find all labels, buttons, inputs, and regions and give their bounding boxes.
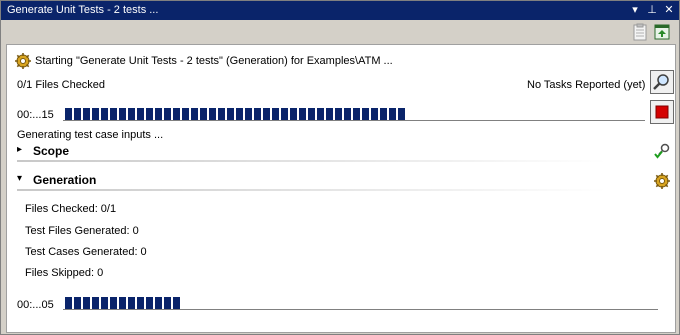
- progress-segment: [191, 108, 198, 120]
- progress-segment: [65, 297, 72, 309]
- progress-segment: [146, 297, 153, 309]
- progress-segment: [353, 108, 360, 120]
- progress-segment: [317, 108, 324, 120]
- progress-segment: [371, 108, 378, 120]
- toolbar: [1, 20, 679, 44]
- progress-segment: [155, 108, 162, 120]
- progress-segment: [119, 108, 126, 120]
- generate-unit-tests-panel: Generate Unit Tests - 2 tests ... ▾ ⊥ ✕: [0, 0, 680, 335]
- gear-icon[interactable]: [654, 173, 670, 189]
- progress-segment: [281, 108, 288, 120]
- progress-segment: [227, 108, 234, 120]
- progress-segment: [137, 297, 144, 309]
- starting-status-text: Starting "Generate Unit Tests - 2 tests"…: [35, 55, 393, 67]
- stat-files-skipped: Files Skipped: 0: [25, 267, 104, 279]
- progress-segment: [389, 108, 396, 120]
- dropdown-icon[interactable]: ▾: [627, 2, 643, 18]
- progress-segment: [209, 108, 216, 120]
- content-area: Starting "Generate Unit Tests - 2 tests"…: [6, 44, 676, 333]
- export-icon[interactable]: [653, 23, 671, 41]
- stat-test-cases-generated: Test Cases Generated: 0: [25, 246, 147, 258]
- progress-segment: [218, 108, 225, 120]
- progress-segment: [110, 297, 117, 309]
- stat-test-files-generated: Test Files Generated: 0: [25, 225, 139, 237]
- check-key-icon[interactable]: [654, 143, 670, 159]
- progress-segment: [173, 108, 180, 120]
- find-button[interactable]: [650, 70, 674, 94]
- scope-divider: [17, 160, 607, 162]
- progress-segment: [380, 108, 387, 120]
- tasks-reported-status: No Tasks Reported (yet): [527, 79, 646, 91]
- progress-segment: [272, 108, 279, 120]
- progress-segment: [83, 297, 90, 309]
- generation-progress-bar: [63, 296, 658, 310]
- gear-icon: [15, 53, 31, 69]
- progress-segment: [92, 108, 99, 120]
- progress-segment: [164, 108, 171, 120]
- progress-segment: [65, 108, 72, 120]
- files-checked-count: 0/1 Files Checked: [17, 79, 106, 91]
- scope-expand-icon[interactable]: ▸: [17, 144, 22, 155]
- close-icon[interactable]: ✕: [661, 2, 677, 18]
- stat-files-checked: Files Checked: 0/1: [25, 203, 117, 215]
- progress-segment: [362, 108, 369, 120]
- title-bar: Generate Unit Tests - 2 tests ... ▾ ⊥ ✕: [1, 1, 679, 20]
- pin-icon[interactable]: ⊥: [644, 2, 660, 18]
- progress-segment: [164, 297, 171, 309]
- window-title: Generate Unit Tests - 2 tests ...: [7, 4, 159, 16]
- generating-status-text: Generating test case inputs ...: [17, 129, 164, 141]
- progress-segment: [101, 108, 108, 120]
- progress-segment: [128, 297, 135, 309]
- progress-segment: [173, 297, 180, 309]
- scope-section-title[interactable]: Scope: [33, 144, 69, 158]
- progress-segment: [74, 297, 81, 309]
- progress-segment: [146, 108, 153, 120]
- progress-segment: [236, 108, 243, 120]
- progress-segment: [92, 297, 99, 309]
- progress-segment: [155, 297, 162, 309]
- progress-segment: [200, 108, 207, 120]
- progress-segment: [119, 297, 126, 309]
- generation-elapsed-time: 00:...05: [17, 299, 54, 311]
- progress-segment: [398, 108, 405, 120]
- progress-segment: [326, 108, 333, 120]
- elapsed-time: 00:...15: [17, 109, 54, 121]
- progress-segment: [110, 108, 117, 120]
- progress-segment: [74, 108, 81, 120]
- progress-segment: [128, 108, 135, 120]
- progress-segment: [290, 108, 297, 120]
- progress-segment: [83, 108, 90, 120]
- progress-segment: [308, 108, 315, 120]
- progress-segment: [299, 108, 306, 120]
- generation-divider: [17, 189, 607, 191]
- generation-collapse-icon[interactable]: ▾: [17, 173, 22, 184]
- progress-segment: [182, 108, 189, 120]
- progress-segment: [344, 108, 351, 120]
- generation-section-title[interactable]: Generation: [33, 173, 96, 187]
- progress-segment: [137, 108, 144, 120]
- progress-segment: [254, 108, 261, 120]
- progress-segment: [101, 297, 108, 309]
- progress-segment: [335, 108, 342, 120]
- progress-segment: [263, 108, 270, 120]
- main-progress-bar: [63, 107, 645, 121]
- progress-segment: [245, 108, 252, 120]
- clipboard-icon[interactable]: [631, 23, 649, 41]
- stop-button[interactable]: [650, 100, 674, 124]
